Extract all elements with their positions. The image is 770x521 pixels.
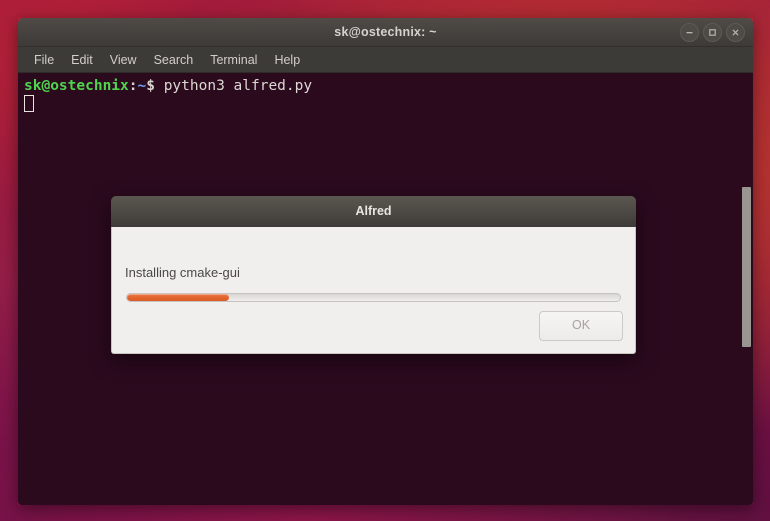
alfred-dialog-body: Installing cmake-gui OK [111, 227, 636, 354]
prompt-command: python3 alfred.py [154, 78, 313, 94]
prompt-dollar: $ [146, 78, 155, 94]
menu-item-view[interactable]: View [102, 50, 145, 70]
terminal-scrollbar[interactable] [742, 73, 752, 505]
ok-button[interactable]: OK [539, 311, 623, 341]
minimize-button-icon[interactable] [680, 23, 699, 42]
terminal-window-title: sk@ostechnix: ~ [334, 25, 437, 39]
alfred-progress-bar-fill [127, 294, 229, 301]
menu-item-search[interactable]: Search [146, 50, 202, 70]
prompt-separator: : [128, 78, 138, 94]
menu-item-help[interactable]: Help [266, 50, 308, 70]
terminal-prompt-line: sk@ostechnix:~$ python3 alfred.py [24, 77, 312, 95]
prompt-user-host: sk@ostechnix [24, 78, 129, 94]
window-controls [680, 23, 745, 42]
terminal-titlebar[interactable]: sk@ostechnix: ~ [18, 18, 753, 47]
close-button-icon[interactable] [726, 23, 745, 42]
menu-item-file[interactable]: File [26, 50, 62, 70]
terminal-menubar: File Edit View Search Terminal Help [18, 47, 753, 73]
alfred-dialog-title: Alfred [355, 204, 392, 218]
terminal-scrollbar-thumb[interactable] [742, 187, 751, 347]
alfred-progress-bar [126, 293, 621, 302]
alfred-dialog-titlebar[interactable]: Alfred [111, 196, 636, 227]
alfred-dialog: Alfred Installing cmake-gui OK [111, 196, 636, 354]
prompt-path: ~ [137, 78, 147, 94]
menu-item-terminal[interactable]: Terminal [202, 50, 265, 70]
alfred-status-message: Installing cmake-gui [125, 265, 240, 280]
maximize-button-icon[interactable] [703, 23, 722, 42]
menu-item-edit[interactable]: Edit [63, 50, 101, 70]
terminal-cursor [24, 95, 34, 112]
